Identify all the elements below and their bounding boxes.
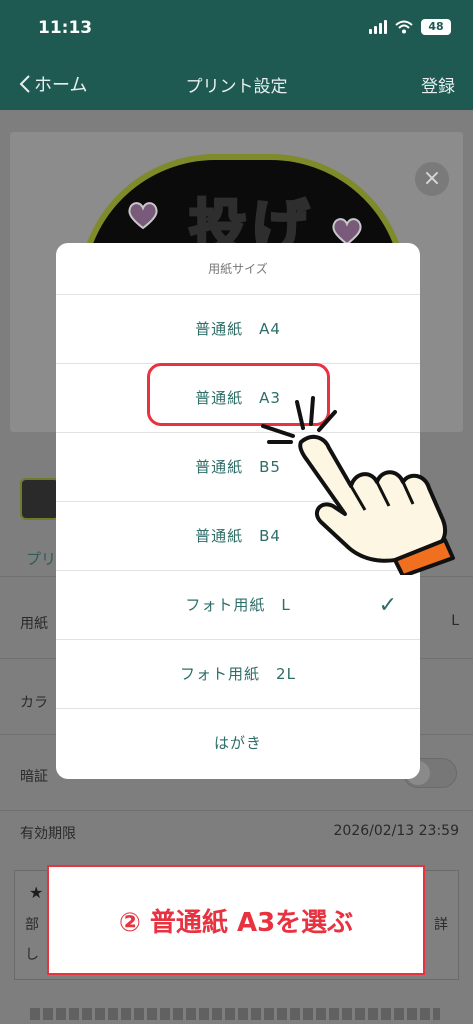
expiry-value: 2026/02/13 23:59: [333, 823, 460, 839]
status-bar: 11:13 48: [0, 0, 473, 56]
instruction-callout: ② 普通紙 A3を選ぶ: [47, 865, 425, 975]
paper-size-option[interactable]: 普通紙 A4: [56, 295, 420, 364]
pointing-hand-icon: [261, 396, 455, 575]
paper-size-option[interactable]: はがき: [56, 709, 420, 778]
register-button[interactable]: 登録: [421, 72, 455, 97]
tab-print[interactable]: プリ: [26, 548, 56, 569]
heart-icon: [128, 202, 158, 230]
page-title: プリント設定: [185, 77, 288, 97]
option-size: L: [281, 596, 291, 614]
paper-size-option[interactable]: フォト用紙 L ✓: [56, 571, 420, 640]
instruction-text: ② 普通紙 A3を選ぶ: [118, 907, 354, 938]
wifi-icon: [395, 20, 413, 34]
option-size: 2L: [276, 665, 296, 683]
close-preview-button[interactable]: ×: [415, 162, 449, 196]
paper-size-label: 用紙: [20, 616, 48, 632]
option-size: A4: [259, 320, 281, 338]
checkmark-icon: ✓: [378, 593, 398, 618]
nav-bar: ホーム プリント設定 登録: [0, 56, 473, 110]
expiry-label: 有効期限: [20, 826, 76, 842]
status-icons: 48: [369, 19, 451, 35]
paper-size-value[interactable]: L: [451, 613, 459, 629]
color-mode-label: カラ: [20, 695, 48, 711]
signal-icon: [369, 20, 387, 34]
heart-icon: [332, 218, 362, 246]
option-name: はがき: [213, 734, 262, 752]
option-name: フォト用紙: [180, 665, 261, 683]
divider: [0, 810, 473, 811]
image-thumbnail[interactable]: [20, 478, 60, 520]
truncated-text-line: [30, 1008, 440, 1020]
option-name: 普通紙: [195, 527, 244, 545]
note-star: ★: [29, 883, 44, 902]
battery-icon: 48: [421, 19, 451, 35]
option-name: 普通紙: [195, 320, 244, 338]
paper-size-option[interactable]: フォト用紙 2L: [56, 640, 420, 709]
modal-title: 用紙サイズ: [56, 243, 420, 295]
note-text: 詳: [434, 917, 448, 933]
pin-setting-label: 暗証: [20, 769, 48, 785]
option-name: フォト用紙: [185, 596, 266, 614]
note-text: 部: [25, 917, 39, 933]
status-time: 11:13: [38, 18, 93, 38]
option-name: 普通紙: [195, 458, 244, 476]
note-text: し: [25, 947, 39, 963]
